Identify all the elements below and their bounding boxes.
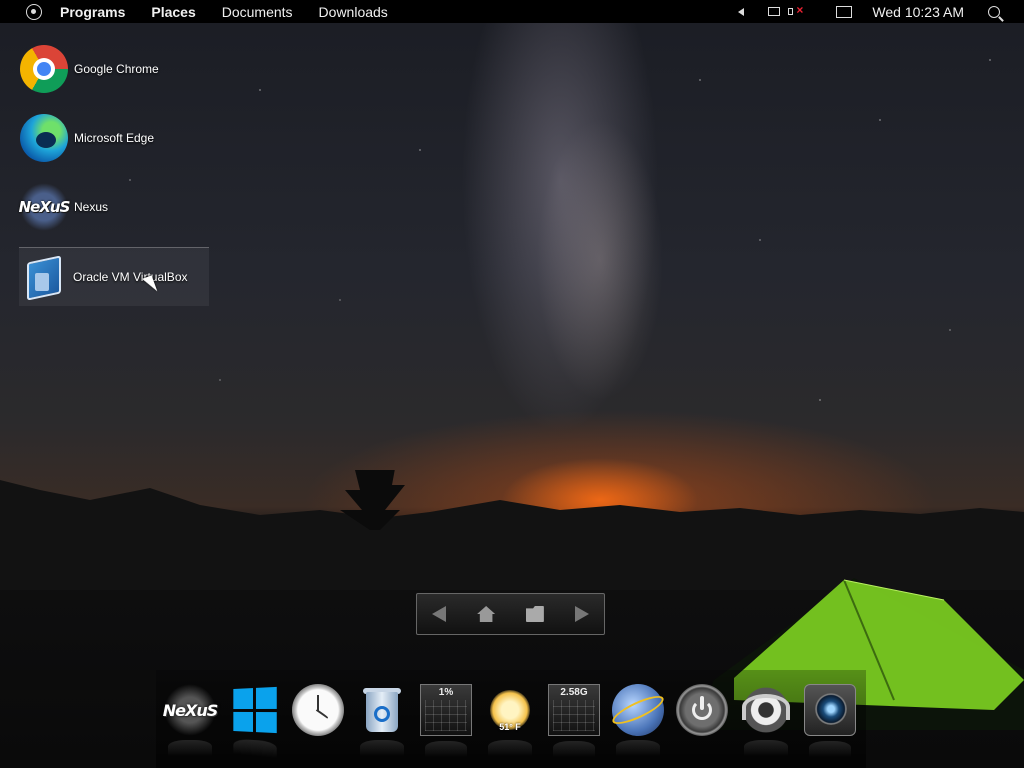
dock-globe-icon[interactable] [612,684,664,756]
network-icon[interactable] [768,7,781,16]
nexus-icon: NeXuS [19,183,70,231]
edge-icon [20,114,68,162]
dock-windows-icon[interactable] [230,682,281,737]
dock-weather-icon[interactable]: 51° F [484,684,536,756]
cpu-meter-value: 1% [438,687,454,698]
desktop-icon-nexus[interactable]: NeXuS Nexus [19,178,210,236]
back-arrow-icon[interactable] [432,606,447,622]
volume-muted-icon[interactable] [788,3,804,19]
top-menu: Programs Places Documents Downloads [60,4,414,20]
dock-nexus-icon[interactable]: NeXuS [163,684,218,756]
system-tray: Wed 10:23 AM [738,0,1024,23]
dock: NeXuS 1% 51° F 2.58G [156,670,866,768]
home-icon[interactable] [477,606,496,622]
desktop-icon-virtualbox[interactable]: Oracle VM VirtualBox [19,247,209,306]
chrome-icon [20,45,68,93]
memory-meter-value: 2.58G [560,687,588,698]
tray-expand-icon[interactable] [738,7,745,16]
navigation-widget [416,593,605,635]
clock[interactable]: Wed 10:23 AM [872,4,964,20]
desktop-icon-chrome[interactable]: Google Chrome [20,40,210,98]
desktop-icon-label: Google Chrome [74,62,159,76]
notification-icon[interactable] [836,5,853,18]
search-icon[interactable] [988,5,1000,18]
top-panel: Programs Places Documents Downloads Wed … [0,0,1024,23]
dock-recycle-bin-icon[interactable] [356,684,408,756]
system-menu-icon[interactable] [26,3,42,20]
menu-programs[interactable]: Programs [60,4,125,20]
menu-documents[interactable]: Documents [222,4,293,20]
dock-camera-icon[interactable] [804,684,856,757]
forward-arrow-icon[interactable] [574,606,589,622]
dock-power-icon[interactable] [676,684,728,736]
dock-memory-meter[interactable]: 2.58G [548,684,600,757]
desktop-icon-label: Microsoft Edge [74,131,155,145]
dock-cpu-meter[interactable]: 1% [420,684,472,757]
desktop-icon-label: Oracle VM VirtualBox [73,270,188,284]
menu-places[interactable]: Places [151,4,195,20]
weather-temperature: 51° F [499,722,521,732]
folder-icon[interactable] [525,606,544,622]
menu-downloads[interactable]: Downloads [319,4,388,20]
virtualbox-icon [19,253,67,301]
dock-clock-icon[interactable] [292,684,344,736]
dock-webcam-icon[interactable] [740,684,792,756]
desktop-icon-edge[interactable]: Microsoft Edge [20,109,210,167]
desktop-icon-label: Nexus [74,200,109,214]
